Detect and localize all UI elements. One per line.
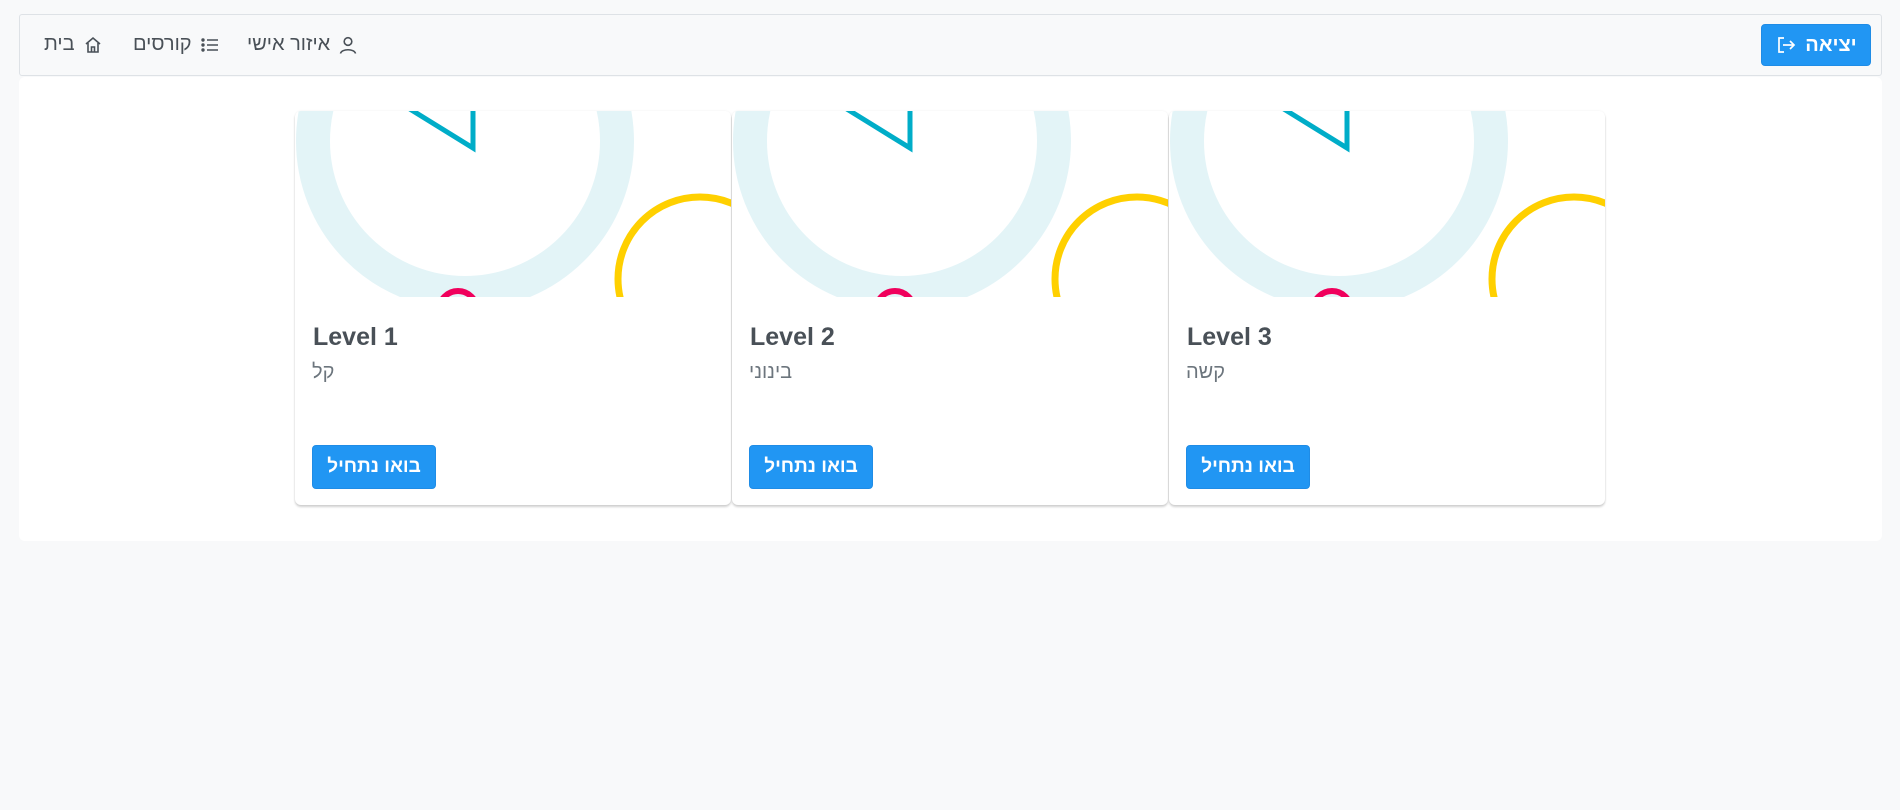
- list-icon: [200, 37, 218, 52]
- nav-item-courses-label: קורסים: [133, 33, 192, 55]
- nav-item-personal-area-label: איזור אישי: [247, 33, 331, 55]
- nav-item-home-label: בית: [44, 33, 75, 55]
- card-title: Level 1: [313, 323, 398, 351]
- user-icon: [339, 36, 357, 54]
- logout-button[interactable]: יציאה: [1761, 24, 1871, 66]
- start-button[interactable]: בואו נתחיל: [749, 445, 873, 489]
- card-title: Level 2: [750, 323, 835, 351]
- nav-item-personal-area[interactable]: איזור אישי: [247, 33, 358, 56]
- sign-out-icon: [1778, 37, 1796, 53]
- start-button[interactable]: בואו נתחיל: [1186, 445, 1310, 489]
- card-decorative-art: [1169, 111, 1605, 297]
- level-card-2: Level 2 בינוני בואו נתחיל: [732, 111, 1168, 505]
- card-subtitle: קל: [312, 361, 335, 383]
- card-decorative-art: [732, 111, 1168, 297]
- card-subtitle: בינוני: [749, 361, 793, 383]
- card-subtitle: קשה: [1186, 361, 1226, 383]
- logout-button-label: יציאה: [1805, 33, 1857, 56]
- nav-item-courses[interactable]: קורסים: [133, 33, 220, 56]
- level-card-3: Level 3 קשה בואו נתחיל: [1169, 111, 1605, 505]
- top-navbar: בית קורסים איזור אישי יציאה: [19, 14, 1882, 76]
- card-title: Level 3: [1187, 323, 1272, 351]
- level-card-1: Level 1 קל בואו נתחיל: [295, 111, 731, 505]
- main-content: Level 1 קל בואו נתחיל Level 2 בינוני בוא…: [19, 77, 1882, 541]
- nav-item-home[interactable]: בית: [44, 33, 103, 56]
- home-icon: [85, 36, 101, 53]
- start-button[interactable]: בואו נתחיל: [312, 445, 436, 489]
- card-decorative-art: [295, 111, 731, 297]
